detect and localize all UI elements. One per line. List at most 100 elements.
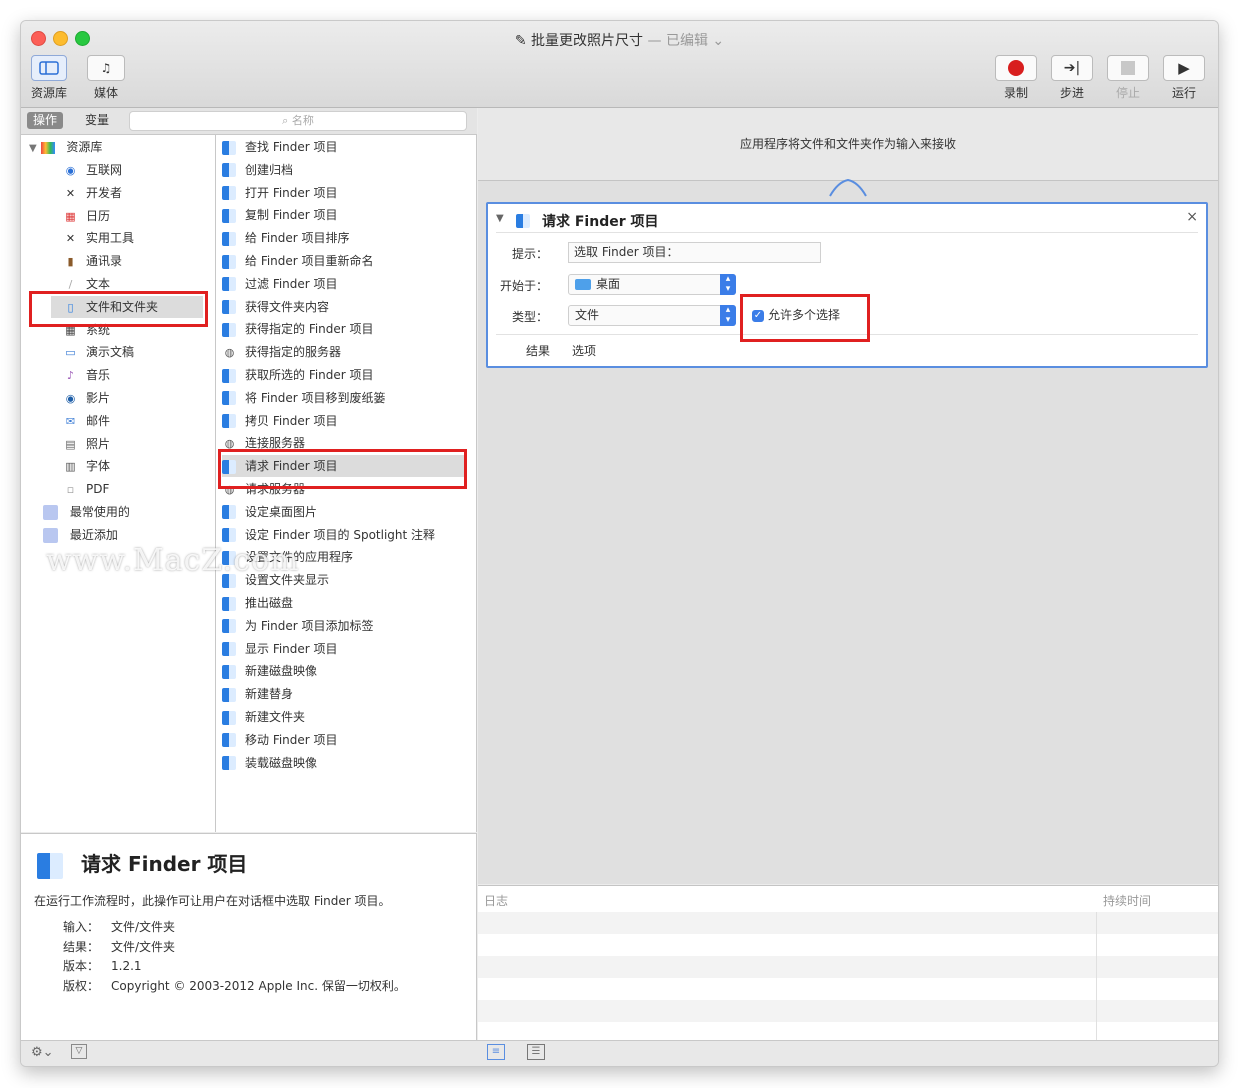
- description-meta: 输入： 文件/文件夹 结果： 文件/文件夹 版本： 1.2.1 版权： Copyrigh…: [63, 918, 406, 996]
- action-item[interactable]: 推出磁盘: [222, 592, 293, 614]
- sidebar-item[interactable]: ▦ 系统: [63, 319, 110, 341]
- finder-icon: [37, 852, 63, 879]
- finder-icon: [222, 687, 236, 702]
- sidebar-item[interactable]: ✕ 实用工具: [63, 227, 134, 249]
- action-item[interactable]: 获得文件夹内容: [222, 296, 329, 318]
- log-column-header[interactable]: 日志: [484, 892, 508, 909]
- automator-window: ✎ 批量更改照片尺寸 — 已编辑 ⌄ 资源库 ♫ 媒体 录制 ➔| 步进 停止: [20, 20, 1219, 1067]
- log-row: [478, 1000, 1218, 1022]
- sidebar-item[interactable]: ▯ 文件和文件夹: [51, 295, 203, 318]
- allow-multiple-label: 允许多个选择: [768, 308, 841, 322]
- sidebar-item[interactable]: / 文本: [63, 273, 110, 295]
- sidebar-item-label: 系统: [86, 322, 111, 337]
- stop-button[interactable]: 停止: [1107, 55, 1149, 101]
- action-item[interactable]: 新建替身: [222, 683, 293, 705]
- sidebar-item[interactable]: ♪ 音乐: [63, 364, 110, 386]
- category-icon: ▯: [67, 300, 74, 314]
- step-button[interactable]: ➔| 步进: [1051, 55, 1093, 101]
- start-at-popup[interactable]: 桌面 ▴ ▾: [568, 274, 736, 295]
- bottom-bar: ⚙⌄ ▽ ≡ ☰: [21, 1040, 1218, 1066]
- action-item[interactable]: ◍ 连接服务器: [222, 432, 305, 454]
- card-title: 请求 Finder 项目: [542, 214, 659, 230]
- action-item[interactable]: 新建文件夹: [222, 706, 305, 728]
- sidebar-item[interactable]: ◉ 互联网: [63, 159, 122, 181]
- action-item-label: 为 Finder 项目添加标签: [245, 618, 374, 633]
- tab-variables[interactable]: 变量: [79, 112, 115, 129]
- disclosure-triangle-icon[interactable]: ▼: [29, 143, 37, 154]
- gear-icon[interactable]: ⚙⌄: [31, 1045, 54, 1060]
- action-item[interactable]: 给 Finder 项目排序: [222, 227, 350, 249]
- sidebar-item[interactable]: ▥ 字体: [63, 455, 110, 477]
- action-item-label: 推出磁盘: [245, 596, 294, 610]
- category-icon: ▭: [65, 346, 76, 360]
- action-item[interactable]: 创建归档: [222, 159, 293, 181]
- sidebar-item[interactable]: ▮ 通讯录: [63, 250, 122, 272]
- action-item[interactable]: 查找 Finder 项目: [222, 136, 338, 158]
- collapse-triangle-icon[interactable]: ▼: [496, 213, 504, 224]
- sidebar-item[interactable]: ✉ 邮件: [63, 410, 110, 432]
- action-item-label: 设定桌面图片: [245, 504, 318, 519]
- options-tab[interactable]: 选项: [572, 342, 596, 359]
- search-input[interactable]: ⌕ 名称: [129, 111, 467, 131]
- sidebar-item[interactable]: ▦ 日历: [63, 205, 110, 227]
- record-button[interactable]: 录制: [995, 55, 1037, 101]
- action-item[interactable]: 打开 Finder 项目: [222, 182, 338, 204]
- action-item[interactable]: ◍ 请求服务器: [222, 478, 305, 500]
- actions-list[interactable]: 查找 Finder 项目 创建归档 打开 Finder 项目 复制 Finder 项目…: [216, 135, 477, 832]
- library-root[interactable]: ▼ 资源库: [29, 136, 102, 158]
- type-popup[interactable]: 文件 ▴ ▾: [568, 305, 736, 326]
- sidebar-item[interactable]: ▤ 照片: [63, 433, 110, 455]
- log-pane[interactable]: 日志 持续时间: [478, 885, 1218, 1040]
- action-item[interactable]: 获得指定的 Finder 项目: [222, 318, 374, 340]
- window-title: ✎ 批量更改照片尺寸 — 已编辑 ⌄: [21, 30, 1218, 50]
- action-item[interactable]: 设定桌面图片: [222, 501, 317, 523]
- card-divider: [496, 232, 1198, 233]
- type-label: 类型：: [511, 310, 548, 324]
- tab-actions[interactable]: 操作: [27, 112, 64, 129]
- run-button[interactable]: ▶ 运行: [1163, 55, 1205, 101]
- sidebar-item[interactable]: ▫ PDF: [63, 478, 110, 500]
- action-item[interactable]: 请求 Finder 项目: [222, 455, 466, 478]
- action-item[interactable]: 移动 Finder 项目: [222, 729, 338, 751]
- log-row: [478, 912, 1218, 934]
- action-item[interactable]: ◍ 获得指定的服务器: [222, 341, 341, 363]
- action-item[interactable]: 获取所选的 Finder 项目: [222, 364, 374, 386]
- workflow-area[interactable]: 应用程序将文件和文件夹作为输入来接收 ▼ 请求 Finder 项目 × 提示： …: [478, 108, 1218, 884]
- copyright-value: Copyright © 2003-2012 Apple Inc. 保留一切权利。: [111, 978, 406, 993]
- results-tab[interactable]: 结果: [526, 342, 550, 359]
- action-item[interactable]: 为 Finder 项目添加标签: [222, 615, 374, 637]
- finder-icon: [222, 664, 236, 679]
- server-icon: ◍: [224, 437, 235, 451]
- action-item[interactable]: 新建磁盘映像: [222, 660, 317, 682]
- category-icon: ▦: [65, 323, 76, 337]
- library-toolbar-button[interactable]: 资源库: [31, 55, 67, 101]
- action-item[interactable]: 复制 Finder 项目: [222, 204, 338, 226]
- sidebar-item[interactable]: ✕ 开发者: [63, 182, 122, 204]
- prompt-field[interactable]: 选取 Finder 项目：: [568, 242, 821, 263]
- action-item-label: 过滤 Finder 项目: [245, 276, 338, 291]
- library-most-used[interactable]: 最常使用的: [43, 501, 130, 523]
- action-item[interactable]: 显示 Finder 项目: [222, 638, 338, 660]
- action-item[interactable]: 将 Finder 项目移到废纸篓: [222, 387, 386, 409]
- allow-multiple-checkbox[interactable]: ✓ 允许多个选择: [752, 306, 840, 323]
- title-toolbar: ✎ 批量更改照片尺寸 — 已编辑 ⌄ 资源库 ♫ 媒体 录制 ➔| 步进 停止: [21, 21, 1218, 108]
- collapse-description-icon[interactable]: ▽: [71, 1044, 87, 1059]
- action-item[interactable]: 给 Finder 项目重新命名: [222, 250, 374, 272]
- library-tree[interactable]: ▼ 资源库 ◉ 互联网 ✕ 开发者 ▦ 日历 ✕ 实用工具 ▮ 通讯录 / 文本 ▯ 文件和文件夹 ▦ 系统 ▭…: [21, 135, 216, 832]
- action-item[interactable]: 拷贝 Finder 项目: [222, 410, 338, 432]
- category-icon: ♪: [66, 369, 75, 383]
- list-view-icon[interactable]: ≡: [487, 1044, 505, 1060]
- category-icon: ✉: [65, 414, 76, 428]
- media-toolbar-button[interactable]: ♫ 媒体: [87, 55, 125, 101]
- library-label: 资源库: [31, 86, 68, 100]
- action-item[interactable]: 装载磁盘映像: [222, 752, 317, 774]
- split-view-icon[interactable]: ☰: [527, 1044, 545, 1060]
- close-icon[interactable]: ×: [1186, 209, 1198, 225]
- action-card-ask-finder-items[interactable]: ▼ 请求 Finder 项目 × 提示： 选取 Finder 项目： 开始于： …: [486, 202, 1208, 368]
- record-label: 录制: [1003, 86, 1028, 100]
- chevron-down-icon[interactable]: ⌄: [712, 33, 724, 49]
- duration-column-header[interactable]: 持续时间: [1103, 892, 1151, 909]
- sidebar-item[interactable]: ◉ 影片: [63, 387, 110, 409]
- sidebar-item[interactable]: ▭ 演示文稿: [63, 341, 134, 363]
- action-item[interactable]: 过滤 Finder 项目: [222, 273, 338, 295]
